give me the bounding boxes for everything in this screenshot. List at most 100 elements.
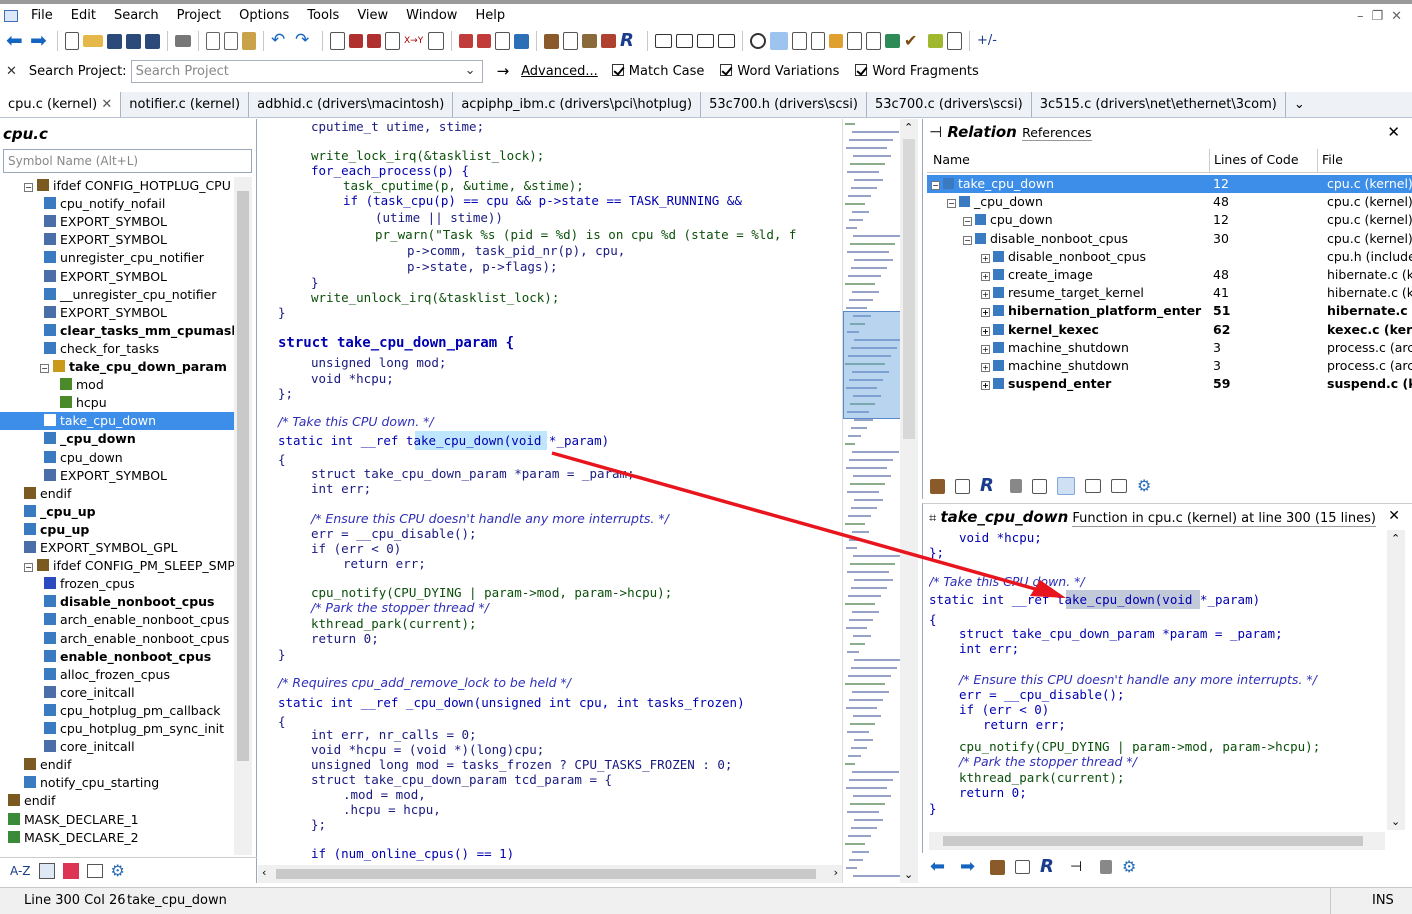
symbol-tree-item[interactable]: alloc_frozen_cpus	[0, 666, 234, 684]
relation-tree-icon[interactable]: ⊣	[1070, 858, 1090, 876]
restore-icon[interactable]: ❐	[1371, 9, 1383, 24]
symbol-tree-item[interactable]: check_for_tasks	[0, 340, 234, 358]
layout-3-icon[interactable]	[697, 34, 714, 48]
close-tab-icon[interactable]: ✕	[101, 97, 112, 112]
compare-icon[interactable]	[866, 32, 881, 50]
close-relation-icon[interactable]: ✕	[1387, 123, 1400, 141]
grid-icon[interactable]	[947, 32, 962, 50]
symbol-tree-item[interactable]: clear_tasks_mm_cpumask	[0, 322, 234, 340]
outline-icon[interactable]	[792, 32, 807, 50]
symbol-tree-item[interactable]: enable_nonboot_cpus	[0, 648, 234, 666]
layout-1-icon[interactable]	[655, 34, 672, 48]
search-project-input[interactable]: Search Project ⌄	[130, 59, 483, 83]
code-editor[interactable]: cputime_t utime, stime; write_lock_irq(&t…	[258, 119, 842, 865]
menu-help[interactable]: Help	[466, 5, 514, 27]
layout-2-icon[interactable]	[676, 34, 693, 48]
code-vertical-scrollbar[interactable]: ⌃ ⌄	[900, 119, 918, 883]
undo-icon[interactable]: ↶	[271, 32, 291, 50]
symbol-tree-item[interactable]: cpu_notify_nofail	[0, 195, 234, 213]
symbol-tree-item[interactable]: cpu_hotplug_pm_callback	[0, 702, 234, 720]
forward-arrow-icon[interactable]: ➡	[30, 30, 50, 50]
relation-row[interactable]: + hibernation_platform_enter 51 hibernate.c…	[927, 302, 1412, 320]
jump-up-icon[interactable]	[349, 34, 363, 48]
symbol-tree-item[interactable]: _cpu_up	[0, 503, 234, 521]
expand-toggle-icon[interactable]: −	[947, 199, 956, 209]
book-icon[interactable]	[1015, 860, 1030, 874]
expand-toggle-icon[interactable]: −	[963, 235, 972, 245]
settings-gear-icon[interactable]: ⚙	[111, 861, 125, 880]
bookmark-next-icon[interactable]	[477, 34, 491, 48]
symbol-tree-item[interactable]: EXPORT_SYMBOL	[0, 213, 234, 231]
symbol-tree-item[interactable]: disable_nonboot_cpus	[0, 593, 234, 611]
close-preview-icon[interactable]: ✕	[1388, 508, 1400, 524]
collapse-toggle-icon[interactable]: −	[40, 364, 49, 373]
sort-az-icon[interactable]: A-Z	[10, 864, 31, 878]
copy-icon[interactable]	[224, 32, 238, 50]
plus-minus-icon[interactable]: +/-	[977, 32, 997, 50]
find-icon[interactable]	[330, 32, 345, 50]
references-icon[interactable]: R	[620, 32, 640, 50]
relation-row[interactable]: + disable_nonboot_cpus cpu.h (include	[927, 248, 1412, 266]
symbol-tree-item[interactable]: − ifdef CONFIG_PM_SLEEP_SMP	[0, 557, 234, 575]
symbol-tree-item[interactable]: EXPORT_SYMBOL	[0, 268, 234, 286]
open-folder-icon[interactable]	[83, 35, 103, 47]
symbol-tree-item[interactable]: _cpu_down	[0, 430, 234, 448]
match-case-checkbox[interactable]: Match Case	[611, 63, 704, 79]
close-window-icon[interactable]: ✕	[1391, 9, 1402, 24]
column-file[interactable]: File	[1317, 149, 1343, 173]
expand-toggle-icon[interactable]: +	[981, 326, 990, 336]
collapse-toggle-icon[interactable]: −	[24, 183, 33, 192]
symbol-tree-item[interactable]: __unregister_cpu_notifier	[0, 286, 234, 304]
lock-icon[interactable]	[1010, 479, 1022, 493]
menu-project[interactable]: Project	[168, 5, 230, 27]
advanced-button[interactable]: Advanced...	[521, 64, 598, 79]
symbol-tree-item[interactable]: MASK_DECLARE_2	[0, 829, 234, 847]
references-icon[interactable]: R	[1040, 858, 1060, 876]
word-fragments-checkbox[interactable]: Word Fragments	[855, 63, 979, 79]
symbol-tree-item[interactable]: arch_enable_nonboot_cpus	[0, 630, 234, 648]
bird-icon[interactable]: ✔	[904, 32, 924, 50]
symbol-tree-scrollbar[interactable]	[234, 177, 252, 855]
menu-view[interactable]: View	[348, 5, 397, 27]
book-icon[interactable]	[86, 863, 103, 878]
chart-icon[interactable]	[829, 34, 843, 48]
save-icon[interactable]	[107, 33, 122, 49]
symbol-search-input[interactable]: Symbol Name (Alt+L)	[3, 149, 252, 173]
tab-cpu-c[interactable]: cpu.c (kernel) ✕	[0, 92, 122, 117]
relation-row[interactable]: + machine_shutdown 3 process.c (arc	[927, 339, 1412, 357]
symbol-tree-item[interactable]: hcpu	[0, 394, 234, 412]
tab-3c515-c[interactable]: 3c515.c (drivers\net\ethernet\3com)	[1032, 92, 1286, 117]
vertical-graph-icon[interactable]	[1111, 479, 1127, 493]
back-arrow-icon[interactable]: ⬅	[930, 858, 950, 876]
relation-row[interactable]: − take_cpu_down 12 cpu.c (kernel)	[927, 175, 1412, 193]
jump-down-icon[interactable]	[367, 34, 381, 48]
bookmark-list-icon[interactable]	[495, 32, 510, 50]
relation-row[interactable]: + kernel_kexec 62 kexec.c (kern	[927, 321, 1412, 339]
menu-window[interactable]: Window	[397, 5, 466, 27]
expand-toggle-icon[interactable]: +	[981, 290, 990, 300]
layout-4-icon[interactable]	[718, 34, 735, 48]
symbol-tree-item[interactable]: MASK_DECLARE_1	[0, 811, 234, 829]
paste-icon[interactable]	[242, 32, 256, 50]
highlight-icon[interactable]	[770, 32, 788, 50]
symbol-window-icon[interactable]	[990, 859, 1005, 875]
relation-row[interactable]: + create_image 48 hibernate.c (k	[927, 266, 1412, 284]
forward-arrow-icon[interactable]: ➡	[960, 858, 980, 876]
replace-files-icon[interactable]	[428, 32, 444, 50]
symbol-tree-item[interactable]: cpu_up	[0, 521, 234, 539]
menu-options[interactable]: Options	[230, 5, 298, 27]
references-icon[interactable]: R	[980, 477, 1000, 495]
expand-toggle-icon[interactable]: +	[981, 308, 990, 318]
expand-toggle-icon[interactable]: +	[981, 253, 990, 263]
symbol-tree-item[interactable]: endif	[0, 756, 234, 774]
tab-adbhid-c[interactable]: adbhid.c (drivers\macintosh)	[249, 92, 454, 117]
tab-notifier-c[interactable]: notifier.c (kernel)	[121, 92, 250, 117]
relation-row[interactable]: + machine_shutdown 3 process.c (arc	[927, 357, 1412, 375]
symbol-tree-item[interactable]: arch_enable_nonboot_cpus	[0, 611, 234, 629]
symbol-tree-item[interactable]: − ifdef CONFIG_HOTPLUG_CPU	[0, 177, 234, 195]
code-minimap[interactable]	[842, 119, 903, 883]
menu-edit[interactable]: Edit	[62, 5, 105, 27]
symbol-tree-item[interactable]: core_initcall	[0, 684, 234, 702]
horizontal-graph-icon[interactable]	[1085, 479, 1101, 493]
settings-gear-icon[interactable]: ⚙	[1137, 477, 1157, 495]
